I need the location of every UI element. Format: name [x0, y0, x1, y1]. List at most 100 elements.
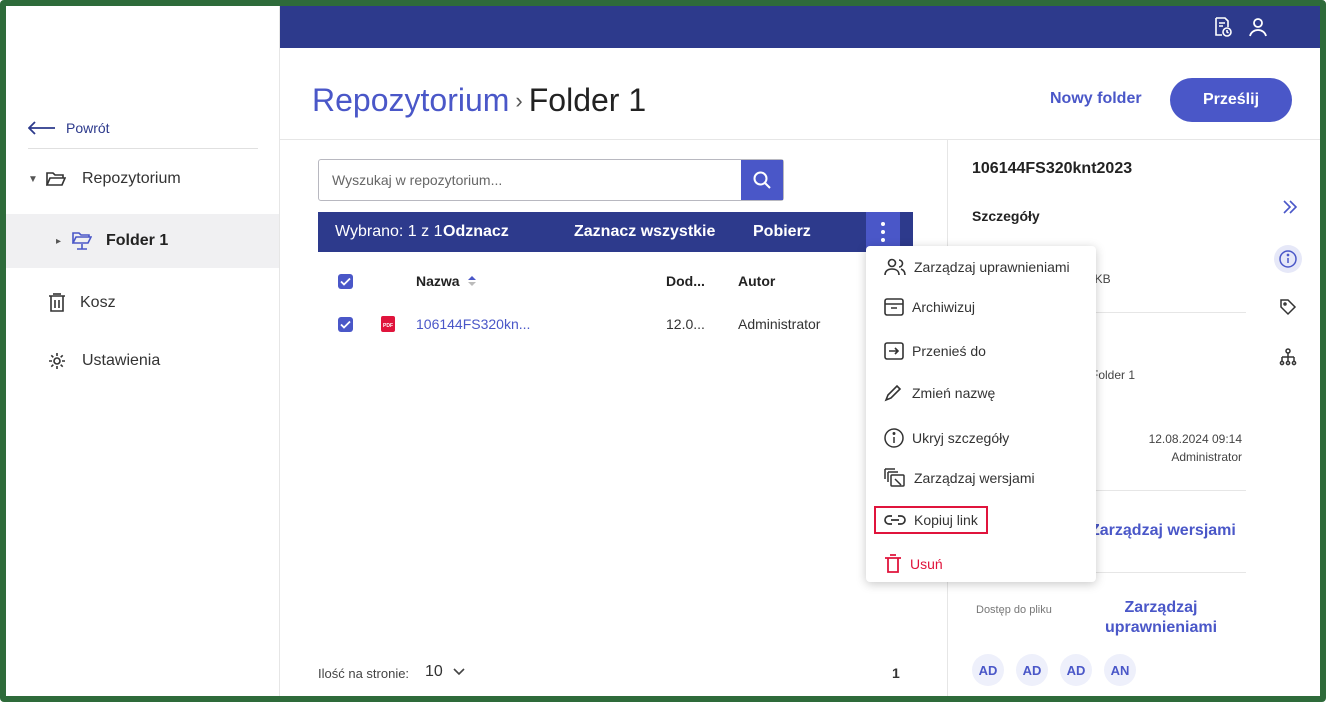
sort-icon [467, 276, 476, 286]
shared-folder-icon [72, 231, 92, 251]
column-header-author[interactable]: Autor [738, 273, 775, 289]
pagination-label: Ilość na stronie: [318, 666, 410, 681]
breadcrumb-root[interactable]: Repozytorium [312, 82, 509, 119]
sidebar-item-label: Repozytorium [82, 170, 181, 187]
user-icon[interactable] [1246, 15, 1270, 39]
caret-down-icon[interactable]: ▼ [28, 174, 38, 185]
caret-right-icon[interactable]: ▸ [56, 236, 66, 247]
sidebar-item-repozytorium[interactable]: ▼ Repozytorium [6, 152, 279, 206]
search-box [318, 159, 784, 201]
gear-icon [48, 352, 66, 370]
info-icon [884, 428, 904, 448]
modified-by: Administrator [1171, 450, 1242, 464]
new-folder-button[interactable]: Nowy folder [1050, 90, 1142, 108]
search-button[interactable] [741, 160, 783, 200]
check-icon [340, 320, 351, 329]
info-icon[interactable] [1274, 245, 1302, 273]
menu-item-archive[interactable]: Archiwizuj [884, 298, 975, 316]
folder-open-icon [46, 171, 66, 187]
hierarchy-icon[interactable] [1279, 348, 1297, 366]
menu-item-label: Ukryj szczegóły [912, 430, 1010, 446]
page-title: Folder 1 [528, 82, 647, 118]
menu-item-label: Kopiuj link [914, 512, 978, 528]
file-name-link[interactable]: 106144FS320kn... [416, 316, 530, 332]
search-icon [753, 171, 771, 189]
menu-item-label: Archiwizuj [912, 299, 976, 315]
table-header: Nazwa Dod... Autor [318, 263, 878, 299]
top-bar [280, 6, 1320, 48]
divider [28, 148, 258, 149]
sidebar-item-label: Folder 1 [106, 232, 169, 249]
menu-item-label: Usuń [910, 556, 943, 572]
unselect-button[interactable]: Odznacz [443, 223, 509, 241]
back-link[interactable]: Powrót [28, 120, 110, 136]
row-checkbox[interactable] [338, 316, 353, 332]
context-menu: Zarządzaj uprawnieniami Archiwizuj Przen… [866, 246, 1096, 582]
per-page-select[interactable]: 10 [425, 663, 465, 681]
upload-button[interactable]: Prześlij [1170, 78, 1292, 122]
tag-icon[interactable] [1279, 298, 1297, 316]
arrow-left-icon [28, 121, 55, 135]
menu-item-label: Zmień nazwę [912, 385, 996, 401]
app-window: Powrót ▼ Repozytorium ▸ Folder 1 Kosz Us… [0, 0, 1326, 702]
select-all-button[interactable]: Zaznacz wszystkie [574, 223, 715, 241]
versions-icon [884, 468, 905, 487]
main-content: Repozytorium › Folder 1 Nowy folder Prze… [280, 48, 1320, 696]
check-icon [340, 277, 351, 286]
manage-versions-link[interactable]: Zarządzaj wersjami [1090, 522, 1236, 540]
breadcrumb: Repozytorium › Folder 1 [312, 82, 646, 119]
menu-item-delete[interactable]: Usuń [884, 554, 943, 574]
search-input[interactable] [319, 160, 741, 200]
pencil-icon [884, 384, 902, 402]
trash-icon [48, 293, 66, 313]
access-label: Dostęp do pliku [976, 604, 1052, 616]
sidebar-item-folder-1[interactable]: ▸ Folder 1 [6, 214, 279, 268]
file-added-date: 12.0... [666, 316, 705, 332]
users-icon [884, 258, 906, 276]
column-header-added[interactable]: Dod... [666, 273, 705, 289]
chevron-down-icon [453, 668, 465, 676]
sidebar-item-ustawienia[interactable]: Ustawienia [6, 334, 279, 388]
archive-icon [884, 298, 904, 316]
column-header-name[interactable]: Nazwa [416, 273, 476, 289]
sidebar-item-label: Kosz [80, 294, 116, 311]
avatar[interactable]: AD [972, 654, 1004, 686]
kebab-menu-icon [881, 222, 885, 242]
menu-item-copy-link[interactable]: Kopiuj link [874, 506, 988, 534]
file-author: Administrator [738, 316, 821, 332]
sidebar: Powrót ▼ Repozytorium ▸ Folder 1 Kosz Us… [6, 6, 280, 696]
move-to-icon [884, 342, 904, 360]
menu-item-manage-versions[interactable]: Zarządzaj wersjami [884, 468, 1035, 488]
svg-text:PDF: PDF [383, 323, 393, 329]
page-number[interactable]: 1 [892, 665, 900, 681]
download-button[interactable]: Pobierz [753, 223, 811, 241]
select-all-checkbox[interactable] [338, 273, 353, 289]
selection-bar: Wybrano: 1 z 1 Odznacz Zaznacz wszystkie… [318, 212, 913, 252]
menu-item-hide-details[interactable]: Ukryj szczegóły [884, 428, 1009, 448]
menu-item-label: Zarządzaj uprawnieniami [914, 259, 1070, 275]
menu-item-manage-permissions[interactable]: Zarządzaj uprawnieniami [884, 258, 1070, 276]
menu-item-label: Przenieś do [912, 343, 986, 359]
menu-item-move-to[interactable]: Przenieś do [884, 342, 986, 360]
sidebar-item-kosz[interactable]: Kosz [6, 276, 279, 330]
column-label: Nazwa [416, 273, 460, 289]
details-section-title: Szczegóły [972, 208, 1040, 224]
document-clock-icon[interactable] [1210, 15, 1234, 39]
pdf-file-icon: PDF [381, 316, 395, 332]
avatar[interactable]: AD [1016, 654, 1048, 686]
back-label: Powrót [66, 120, 110, 136]
trash-icon [885, 554, 901, 573]
menu-item-rename[interactable]: Zmień nazwę [884, 384, 995, 402]
avatar[interactable]: AD [1060, 654, 1092, 686]
sidebar-item-label: Ustawienia [82, 352, 161, 369]
manage-permissions-link[interactable]: Zarządzaj uprawnieniami [1096, 598, 1226, 638]
avatar[interactable]: AN [1104, 654, 1136, 686]
file-location: Folder 1 [1091, 368, 1136, 382]
modified-date: 12.08.2024 09:14 [1148, 432, 1242, 446]
breadcrumb-separator: › [515, 87, 523, 113]
collapse-panel-icon[interactable] [1282, 200, 1298, 214]
link-icon [884, 515, 906, 525]
table-row[interactable]: PDF 106144FS320kn... 12.0... Administrat… [318, 306, 878, 342]
details-title: 106144FS320knt2023 [972, 160, 1133, 177]
selection-count: Wybrano: 1 z 1 [335, 223, 443, 240]
